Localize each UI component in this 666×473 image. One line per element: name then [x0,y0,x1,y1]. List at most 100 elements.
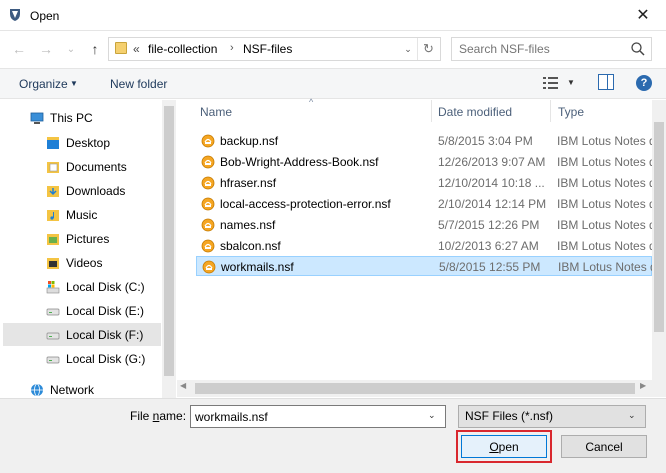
sidebar-item-label: Documents [66,160,127,174]
file-type: IBM Lotus Notes d... [557,155,665,169]
breadcrumb-item-nsf-files[interactable]: NSF-files [243,42,292,56]
column-divider[interactable] [550,100,551,122]
help-button[interactable]: ? [636,75,652,91]
sidebar-item-local-disk-f[interactable]: Local Disk (F:) [46,324,143,346]
sidebar-item-label: Local Disk (E:) [66,304,145,318]
app-icon [10,9,20,21]
nsf-file-icon [201,155,215,169]
sidebar-item-local-disk-c[interactable]: Local Disk (C:) [46,276,145,298]
view-details-icon[interactable] [542,75,560,91]
close-button[interactable]: ✕ [626,2,660,28]
file-date-modified: 5/8/2015 3:04 PM [438,134,533,148]
column-header-type[interactable]: Type [558,105,584,119]
title-bar [0,0,666,31]
sidebar-item-label: Pictures [66,232,110,246]
file-type: IBM Lotus Notes d... [557,197,665,211]
search-icon[interactable] [630,41,646,57]
cancel-button[interactable]: Cancel [561,435,647,458]
preview-pane-icon[interactable] [598,74,614,90]
sidebar-item-desktop[interactable]: Desktop [46,132,110,154]
open-button[interactable]: Open [461,435,547,458]
file-row[interactable]: sbalcon.nsf 10/2/2013 6:27 AM IBM Lotus … [196,236,666,256]
sidebar-item-local-disk-e[interactable]: Local Disk (E:) [46,300,144,322]
sidebar-item-label: Local Disk (F:) [66,328,144,342]
sidebar-item-downloads[interactable]: Downloads [46,180,125,202]
open-accelerator: O [489,439,499,454]
file-date-modified: 12/10/2014 10:18 ... [438,176,545,190]
file-row[interactable]: names.nsf 5/7/2015 12:26 PM IBM Lotus No… [196,215,666,235]
chevron-down-icon[interactable]: ⌄ [428,410,436,421]
videos-icon [47,258,59,269]
file-name-label: File name: [130,409,186,423]
nsf-file-icon [201,176,215,190]
sidebar-item-label: This PC [50,111,93,125]
sidebar-item-documents[interactable]: Documents [46,156,127,178]
file-date-modified: 10/2/2013 6:27 AM [438,239,539,253]
file-row[interactable]: local-access-protection-error.nsf 2/10/2… [196,194,666,214]
file-row-selected[interactable]: workmails.nsf 5/8/2015 12:55 PM IBM Lotu… [196,256,666,276]
file-type: IBM Lotus Notes d... [557,134,665,148]
close-icon: ✕ [636,7,650,24]
file-name: workmails.nsf [221,260,294,274]
up-button[interactable]: ↑ [86,40,104,58]
scroll-left-icon[interactable]: ◀ [180,381,186,390]
sidebar-item-local-disk-g[interactable]: Local Disk (G:) [46,348,145,370]
help-icon: ? [640,77,648,89]
file-row[interactable]: backup.nsf 5/8/2015 3:04 PM IBM Lotus No… [196,131,666,151]
drive-icon [46,332,60,340]
drive-icon [46,308,60,316]
chevron-down-icon[interactable]: ⌄ [628,410,636,421]
refresh-button[interactable]: ↻ [417,38,439,60]
file-type: IBM Lotus Notes d... [557,239,665,253]
scroll-right-icon[interactable]: ▶ [640,381,646,390]
breadcrumb-separator-icon[interactable]: › [230,42,234,54]
nsf-file-icon [201,197,215,211]
breadcrumb-item-file-collection[interactable]: file-collection [148,42,217,56]
breadcrumb-overflow[interactable]: « [133,42,140,56]
search-input[interactable] [459,42,629,56]
file-type: IBM Lotus Notes d... [558,260,666,274]
sidebar-item-label: Network [50,383,95,397]
organize-button[interactable]: Organize [19,77,68,91]
file-name: backup.nsf [220,134,279,148]
file-name: Bob-Wright-Address-Book.nsf [220,155,379,169]
address-dropdown-button[interactable]: ⌄ [400,38,416,60]
sidebar-item-label: Desktop [66,136,111,150]
column-header-name[interactable]: Name [200,105,232,119]
drive-icon [46,356,60,364]
file-date-modified: 12/26/2013 9:07 AM [438,155,546,169]
window-title: Open [30,9,60,23]
chevron-down-icon: ⌄ [404,43,412,54]
back-arrow-icon: ← [12,41,26,57]
open-label: pen [498,439,519,454]
nav-scroll-thumb[interactable] [164,106,174,376]
forward-button[interactable]: → [37,40,55,58]
column-divider[interactable] [431,100,432,122]
new-folder-button[interactable]: New folder [110,77,167,91]
sidebar-item-label: Local Disk (G:) [66,352,146,366]
back-button[interactable]: ← [10,40,28,58]
file-type: IBM Lotus Notes d... [557,218,665,232]
column-header-date-modified[interactable]: Date modified [438,105,512,119]
sidebar-item-this-pc[interactable]: This PC [30,107,93,129]
file-list-vertical-scroll-thumb[interactable] [654,122,664,332]
view-options-caret-icon[interactable]: ▼ [567,78,575,87]
file-name-input[interactable] [190,405,446,428]
sidebar-item-label: Videos [66,256,103,270]
sidebar-item-videos[interactable]: Videos [46,252,102,274]
file-type-value: NSF Files (*.nsf) [465,409,554,423]
sidebar-item-label: Local Disk (C:) [66,280,145,294]
file-name-label-part: ame: [159,409,187,423]
file-row[interactable]: hfraser.nsf 12/10/2014 10:18 ... IBM Lot… [196,173,666,193]
sort-ascending-icon: ^ [309,97,314,107]
organize-caret-icon[interactable]: ▼ [70,79,78,88]
recent-locations-button[interactable]: ⌄ [62,40,80,58]
folder-icon [115,42,127,54]
file-row[interactable]: Bob-Wright-Address-Book.nsf 12/26/2013 9… [196,152,666,172]
file-list-horizontal-scroll-thumb[interactable] [195,383,635,394]
sidebar-item-pictures[interactable]: Pictures [46,228,109,250]
nsf-file-icon [201,218,215,232]
refresh-icon: ↻ [423,41,434,56]
computer-icon [30,112,44,124]
sidebar-item-music[interactable]: Music [46,204,97,226]
